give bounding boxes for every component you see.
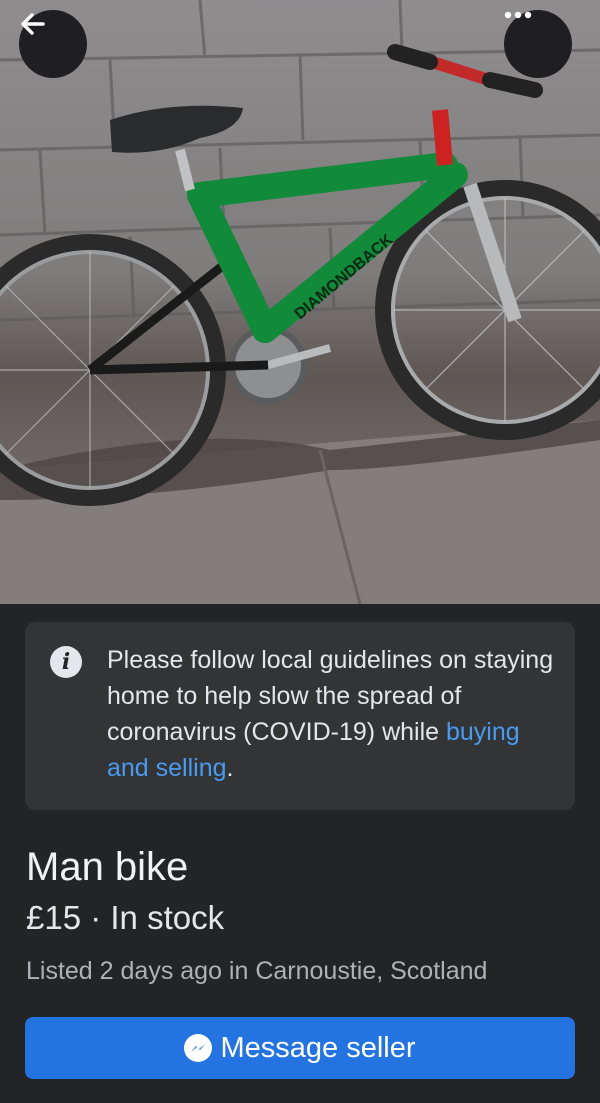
stock-status: In stock xyxy=(110,899,225,936)
notice-suffix: . xyxy=(226,754,234,782)
price-stock-line: £15 · In stock xyxy=(26,899,224,937)
bike-photo-illustration: DIAMONDBACK xyxy=(0,0,600,604)
arrow-left-icon xyxy=(21,13,45,35)
listing-price: £15 xyxy=(26,899,82,936)
message-seller-label: Message seller xyxy=(220,1031,416,1064)
more-options-button[interactable] xyxy=(504,10,572,78)
more-options-icon xyxy=(504,11,532,19)
back-button[interactable] xyxy=(19,10,87,78)
messenger-icon xyxy=(184,1034,213,1062)
notice-text: Please follow local guidelines on stayin… xyxy=(107,642,557,786)
info-icon: i xyxy=(50,646,82,678)
listing-title: Man bike xyxy=(26,845,189,889)
listing-photo[interactable]: DIAMONDBACK xyxy=(0,0,600,604)
message-seller-button[interactable]: Message seller xyxy=(25,1017,575,1079)
covid-notice: i Please follow local guidelines on stay… xyxy=(25,622,575,810)
price-separator: · xyxy=(81,899,111,936)
listed-info: Listed 2 days ago in Carnoustie, Scotlan… xyxy=(26,957,488,985)
